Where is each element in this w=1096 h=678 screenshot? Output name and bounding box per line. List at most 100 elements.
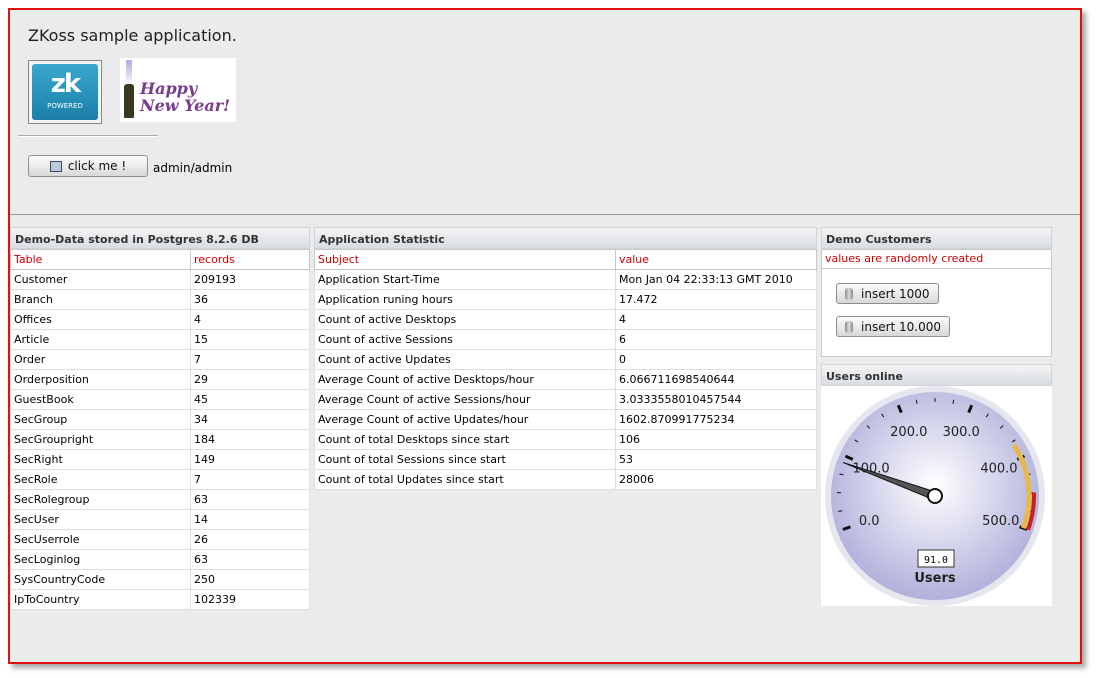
column-header[interactable]: records bbox=[190, 249, 310, 270]
newyear-line2: New Year! bbox=[140, 96, 231, 115]
row-value: 6 bbox=[615, 329, 817, 350]
row-value: 34 bbox=[190, 409, 310, 430]
click-me-button[interactable]: click me ! bbox=[28, 155, 148, 177]
column-header[interactable]: value bbox=[615, 249, 817, 270]
row-value: 17.472 bbox=[615, 289, 817, 310]
table-row: Article 15 bbox=[10, 329, 310, 350]
row-label: Branch bbox=[10, 289, 191, 310]
gauge-value: 91.0 bbox=[924, 555, 948, 566]
database-icon bbox=[845, 287, 853, 300]
gauge-tick-label: 500.0 bbox=[982, 514, 1019, 529]
table-row: Customer 209193 bbox=[10, 269, 310, 290]
column-header[interactable]: Subject bbox=[314, 249, 616, 270]
row-value: 149 bbox=[190, 449, 310, 470]
table-row: Branch 36 bbox=[10, 289, 310, 310]
table-row: Application runing hours 17.472 bbox=[314, 289, 817, 310]
row-value: 29 bbox=[190, 369, 310, 390]
credentials-hint: admin/admin bbox=[153, 161, 233, 175]
table-row: SecRight 149 bbox=[10, 449, 310, 470]
row-value: 7 bbox=[190, 349, 310, 370]
row-value: 15 bbox=[190, 329, 310, 350]
insert-1000-button[interactable]: insert 1000 bbox=[836, 283, 939, 304]
newyear-line1: Happy bbox=[140, 79, 198, 98]
table-row: SecUserrole 26 bbox=[10, 529, 310, 550]
app-statistic-panel: Application Statistic Subject value Appli… bbox=[314, 227, 817, 490]
champagne-spray-icon bbox=[126, 60, 132, 86]
row-label: SecRole bbox=[10, 469, 191, 490]
zk-powered-logo[interactable]: zk POWERED bbox=[28, 60, 102, 124]
row-value: 26 bbox=[190, 529, 310, 550]
gauge-needle-hub bbox=[927, 488, 943, 504]
table-row: Count of total Desktops since start 106 bbox=[314, 429, 817, 450]
gauge-tick-label: 200.0 bbox=[890, 425, 927, 440]
row-value: 36 bbox=[190, 289, 310, 310]
table-row: Orderposition 29 bbox=[10, 369, 310, 390]
row-label: Orderposition bbox=[10, 369, 191, 390]
app-frame: ZKoss sample application. zk POWERED Hap… bbox=[8, 8, 1082, 664]
demo-data-panel: Demo-Data stored in Postgres 8.2.6 DB Ta… bbox=[10, 227, 310, 610]
row-value: 28006 bbox=[615, 469, 817, 490]
row-value: 184 bbox=[190, 429, 310, 450]
row-value: Mon Jan 04 22:33:13 GMT 2010 bbox=[615, 269, 817, 290]
row-label: Count of total Updates since start bbox=[314, 469, 616, 490]
row-label: Count of total Desktops since start bbox=[314, 429, 616, 450]
row-value: 102339 bbox=[190, 589, 310, 610]
computer-icon bbox=[49, 160, 62, 172]
demo-data-title: Demo-Data stored in Postgres 8.2.6 DB bbox=[10, 227, 310, 249]
gauge-dial-label: Users bbox=[914, 571, 956, 586]
row-label: Average Count of active Updates/hour bbox=[314, 409, 616, 430]
table-row: SecRolegroup 63 bbox=[10, 489, 310, 510]
row-value: 4 bbox=[190, 309, 310, 330]
row-label: SecGroup bbox=[10, 409, 191, 430]
section-divider bbox=[10, 214, 1080, 215]
table-row: Offices 4 bbox=[10, 309, 310, 330]
row-label: Count of active Sessions bbox=[314, 329, 616, 350]
row-label: GuestBook bbox=[10, 389, 191, 410]
row-label: Average Count of active Sessions/hour bbox=[314, 389, 616, 410]
table-row: IpToCountry 102339 bbox=[10, 589, 310, 610]
table-row: Count of total Sessions since start 53 bbox=[314, 449, 817, 470]
row-value: 3.0333558010457544 bbox=[615, 389, 817, 410]
table-row: GuestBook 45 bbox=[10, 389, 310, 410]
click-me-label: click me ! bbox=[67, 159, 127, 173]
insert-10000-button[interactable]: insert 10.000 bbox=[836, 316, 951, 337]
row-value: 45 bbox=[190, 389, 310, 410]
row-label: IpToCountry bbox=[10, 589, 191, 610]
row-value: 7 bbox=[190, 469, 310, 490]
champagne-bottle-icon bbox=[124, 84, 134, 118]
row-value: 106 bbox=[615, 429, 817, 450]
gauge-tick-label: 400.0 bbox=[980, 462, 1017, 477]
row-value: 4 bbox=[615, 309, 817, 330]
row-label: Order bbox=[10, 349, 191, 370]
table-row: Count of active Sessions 6 bbox=[314, 329, 817, 350]
row-label: Application Start-Time bbox=[314, 269, 616, 290]
row-label: Customer bbox=[10, 269, 191, 290]
row-label: SecUser bbox=[10, 509, 191, 530]
app-statistic-table: Subject value Application Start-Time Mon J… bbox=[314, 249, 817, 490]
table-row: Average Count of active Sessions/hour 3.0… bbox=[314, 389, 817, 410]
page-title: ZKoss sample application. bbox=[28, 26, 237, 45]
table-row: SysCountryCode 250 bbox=[10, 569, 310, 590]
gauge-tick-label: 300.0 bbox=[943, 425, 980, 440]
row-label: Average Count of active Desktops/hour bbox=[314, 369, 616, 390]
row-label: SysCountryCode bbox=[10, 569, 191, 590]
row-label: Count of active Updates bbox=[314, 349, 616, 370]
column-header[interactable]: Table bbox=[10, 249, 191, 270]
demo-customers-title: Demo Customers bbox=[821, 227, 1052, 249]
row-value: 53 bbox=[615, 449, 817, 470]
row-value: 0 bbox=[615, 349, 817, 370]
insert-10000-label: insert 10.000 bbox=[861, 319, 942, 334]
row-label: Count of active Desktops bbox=[314, 309, 616, 330]
row-value: 6.066711698540644 bbox=[615, 369, 817, 390]
table-row: Order 7 bbox=[10, 349, 310, 370]
row-value: 250 bbox=[190, 569, 310, 590]
row-label: SecUserrole bbox=[10, 529, 191, 550]
database-icon bbox=[845, 320, 853, 333]
customers-note: values are randomly created bbox=[822, 250, 1051, 269]
row-label: SecRolegroup bbox=[10, 489, 191, 510]
table-row: SecUser 14 bbox=[10, 509, 310, 530]
gauge-tick-label: 0.0 bbox=[859, 514, 880, 529]
zk-logo-text: zk bbox=[50, 69, 81, 99]
table-row: Application Start-Time Mon Jan 04 22:33:1… bbox=[314, 269, 817, 290]
divider bbox=[18, 135, 158, 137]
